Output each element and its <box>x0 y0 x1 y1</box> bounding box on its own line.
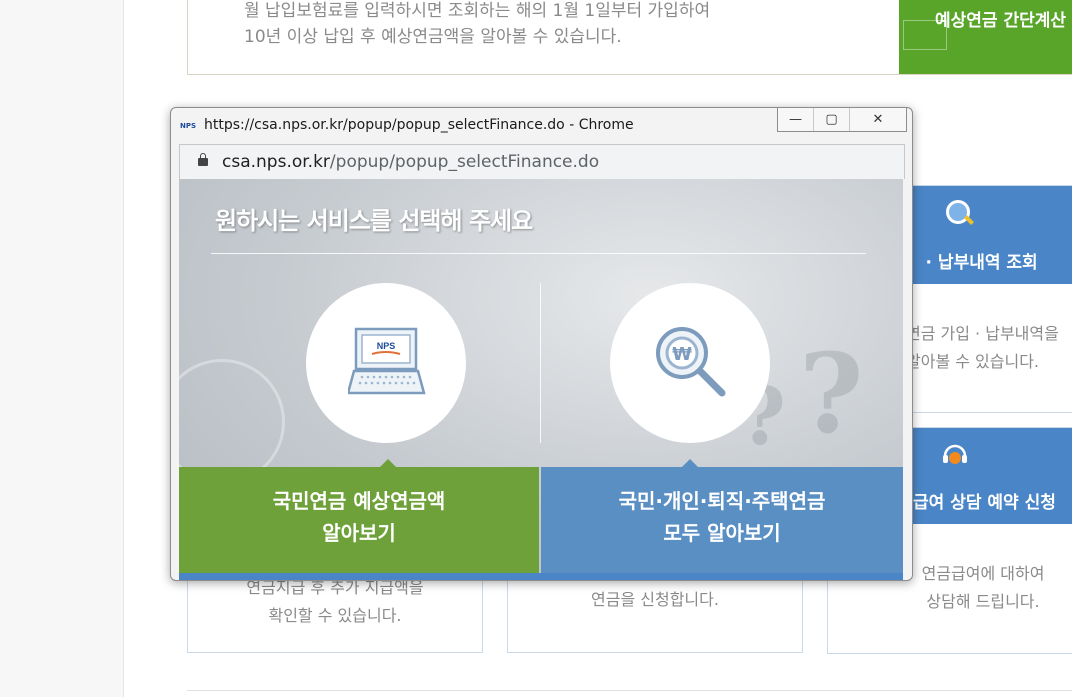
close-icon: ✕ <box>872 112 884 127</box>
card-description: 연금 가입 · 납부내역을 알아볼 수 있습니다. <box>906 324 1059 371</box>
laptop-circle: NPS <box>306 283 466 443</box>
card-payment-history[interactable]: ㅣ · 납부내역 조회 연금 가입 · 납부내역을 알아볼 수 있습니다. <box>904 185 1072 413</box>
card-description: 연금을 신청합니다. <box>591 590 719 609</box>
card-title: ㅣ · 납부내역 조회 <box>904 253 1038 273</box>
laptop-icon: NPS <box>348 327 426 395</box>
popup-footer-bar <box>179 573 903 580</box>
option-all-pensions[interactable]: 국민·개인·퇴직·주택연금 모두 알아보기 <box>541 459 903 573</box>
close-button[interactable]: ✕ <box>850 108 906 131</box>
lock-icon <box>198 153 208 166</box>
card-description: 연금지급 후 추가 지급액을 확인할 수 있습니다. <box>246 578 424 625</box>
question-mark-decoration: ? <box>799 329 864 458</box>
window-title: https://csa.nps.or.kr/popup/popup_select… <box>204 117 634 133</box>
maximize-button[interactable]: ▢ <box>814 108 850 131</box>
address-bar[interactable]: csa.nps.or.kr/popup/popup_selectFinance.… <box>179 144 905 179</box>
divider <box>211 253 866 254</box>
divider <box>540 283 541 443</box>
maximize-icon: ▢ <box>825 112 838 127</box>
option-expected-pension[interactable]: 국민연금 예상연금액 알아보기 <box>179 459 539 573</box>
headset-icon <box>943 444 967 464</box>
simple-calculation-box: 월 납입보험료를 입력하시면 조회하는 해의 1월 1일부터 가입하여 10년 … <box>187 0 1072 75</box>
simple-calculation-button[interactable]: 예상연금 간단계산 <box>899 0 1072 74</box>
won-search-icon: ₩ <box>656 327 726 397</box>
nps-favicon-icon: NPS <box>180 122 197 130</box>
search-circle: ₩ <box>610 283 770 443</box>
minimize-button[interactable]: — <box>778 108 814 131</box>
simple-calculation-description: 월 납입보험료를 입력하시면 조회하는 해의 1월 1일부터 가입하여 10년 … <box>244 1 711 47</box>
card-title: 급여 상담 예약 신청 <box>913 493 1056 513</box>
popup-content: ? ? 원하시는 서비스를 선택해 주세요 NPS ₩ 국민연금 예상연금액 알… <box>179 179 903 573</box>
popup-window: NPS https://csa.nps.or.kr/popup/popup_se… <box>170 107 913 581</box>
left-gutter <box>0 0 124 697</box>
laptop-label: NPS <box>377 341 396 351</box>
page-title: 원하시는 서비스를 선택해 주세요 <box>215 207 533 235</box>
card-description: 연금급여에 대하여 상담해 드립니다. <box>921 564 1045 611</box>
address-url: csa.nps.or.kr/popup/popup_selectFinance.… <box>222 152 600 172</box>
window-controls: — ▢ ✕ <box>777 108 907 132</box>
svg-text:₩: ₩ <box>672 344 692 365</box>
minimize-icon: — <box>789 112 802 127</box>
